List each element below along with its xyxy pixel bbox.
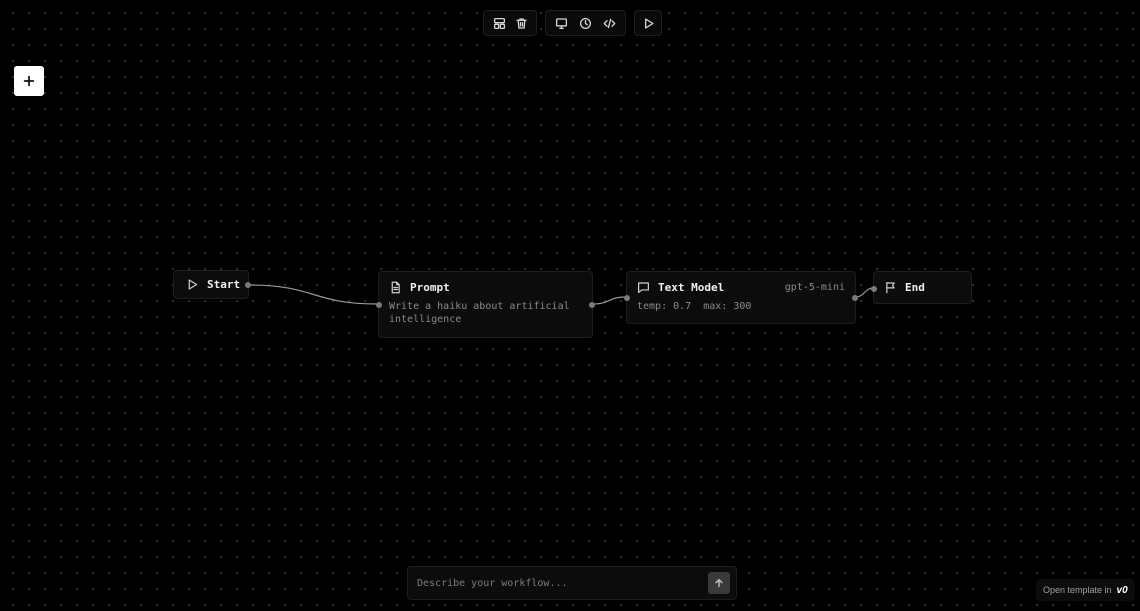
- plus-icon: [23, 75, 35, 87]
- prompt-content: Write a haiku about artificial intellige…: [389, 301, 570, 325]
- open-template-label: Open template in: [1043, 585, 1112, 595]
- node-prompt[interactable]: Prompt Write a haiku about artificial in…: [376, 271, 595, 338]
- toolbar-group-edit: [483, 10, 537, 36]
- node-end[interactable]: End: [871, 271, 972, 304]
- play-icon[interactable]: [637, 12, 659, 34]
- model-name: gpt-5-mini: [784, 282, 845, 293]
- node-title: Prompt: [410, 281, 450, 294]
- output-handle[interactable]: [852, 295, 858, 301]
- trash-icon[interactable]: [512, 12, 530, 34]
- play-icon: [188, 279, 198, 290]
- layout-icon[interactable]: [490, 12, 508, 34]
- clock-icon[interactable]: [576, 12, 596, 34]
- node-start[interactable]: Start: [173, 270, 251, 299]
- workflow-input[interactable]: [417, 577, 708, 589]
- send-button[interactable]: [708, 572, 730, 594]
- edge-prompt-textmodel: [592, 296, 627, 305]
- input-handle[interactable]: [624, 295, 630, 301]
- node-title: Start: [207, 278, 241, 291]
- monitor-icon[interactable]: [552, 12, 572, 34]
- edge-start-prompt: [248, 284, 379, 305]
- workflow-composer: [407, 566, 737, 600]
- input-handle[interactable]: [376, 302, 382, 308]
- node-text-model[interactable]: Text Model gpt-5-mini temp: 0.7 max: 300: [624, 271, 858, 324]
- input-handle[interactable]: [871, 286, 877, 292]
- output-handle[interactable]: [589, 302, 595, 308]
- output-handle[interactable]: [245, 282, 251, 288]
- document-icon: [391, 281, 400, 294]
- v0-logo: v0: [1116, 584, 1128, 596]
- message-icon: [638, 282, 649, 293]
- arrow-up-icon: [715, 578, 723, 588]
- toolbar-group-run: [634, 10, 662, 36]
- flag-icon: [886, 282, 895, 294]
- code-icon[interactable]: [599, 12, 619, 34]
- open-template-link[interactable]: Open template in v0: [1036, 579, 1135, 601]
- toolbar-group-view: [545, 10, 626, 36]
- add-node-button[interactable]: [14, 66, 44, 96]
- node-title: End: [905, 281, 925, 294]
- model-params: temp: 0.7 max: 300: [637, 301, 752, 312]
- node-title: Text Model: [658, 281, 725, 294]
